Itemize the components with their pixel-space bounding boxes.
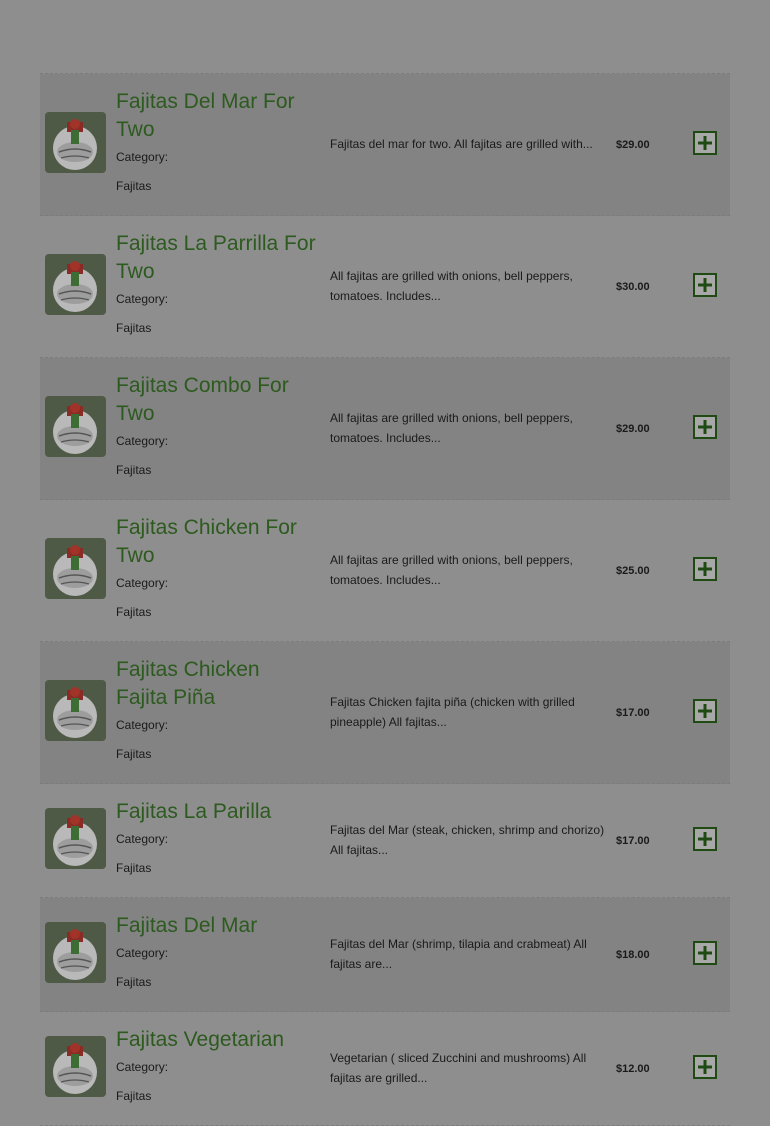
menu-item-description: Fajitas Chicken fajita piña (chicken wit… xyxy=(330,695,575,729)
restaurant-logo-icon[interactable] xyxy=(45,538,106,599)
restaurant-logo-icon[interactable] xyxy=(45,396,106,457)
plus-square-icon xyxy=(693,131,717,155)
add-to-cart-button[interactable] xyxy=(693,1055,717,1079)
category-label: Category: xyxy=(116,1060,169,1074)
category-value: Fajitas xyxy=(116,605,152,619)
menu-item-description: Fajitas del mar for two. All fajitas are… xyxy=(330,137,593,151)
category-label: Category: xyxy=(116,832,169,846)
menu-item-description: All fajitas are grilled with onions, bel… xyxy=(330,553,573,587)
menu-item-price: $17.00 xyxy=(616,835,650,847)
menu-item-row: Fajitas Chicken For Two Category: Fajitas A… xyxy=(40,500,730,642)
menu-item-row: Fajitas Del Mar Category: Fajitas Fajitas d… xyxy=(40,898,730,1012)
menu-item-row: Fajitas La Parilla Category: Fajitas Fajita… xyxy=(40,784,730,898)
menu-item-price: $25.00 xyxy=(616,565,650,577)
category-value: Fajitas xyxy=(116,179,152,193)
add-to-cart-button[interactable] xyxy=(693,557,717,581)
category-value: Fajitas xyxy=(116,1089,152,1103)
menu-item-name[interactable]: Fajitas Chicken For Two xyxy=(116,514,316,570)
menu-item-name[interactable]: Fajitas Combo For Two xyxy=(116,372,316,428)
menu-item-description: All fajitas are grilled with onions, bel… xyxy=(330,411,573,445)
restaurant-logo-icon[interactable] xyxy=(45,680,106,741)
menu-item-row: Category:FajitasVegan Fajita. Soy choriz… xyxy=(40,0,730,74)
menu-item-price: $18.00 xyxy=(616,949,650,961)
category-label: Category: xyxy=(116,946,169,960)
category-value: Fajitas xyxy=(116,321,152,335)
add-to-cart-button[interactable] xyxy=(693,415,717,439)
plus-square-icon xyxy=(693,273,717,297)
restaurant-logo-icon[interactable] xyxy=(45,1036,106,1097)
menu-item-price: $12.00 xyxy=(616,1063,650,1075)
plus-square-icon xyxy=(693,941,717,965)
menu-item-row: Fajitas Del Mar For Two Category: Fajitas F… xyxy=(40,74,730,216)
menu-item-name[interactable]: Fajitas Del Mar xyxy=(116,912,316,940)
plus-square-icon xyxy=(693,1055,717,1079)
add-to-cart-button[interactable] xyxy=(693,273,717,297)
add-to-cart-button[interactable] xyxy=(693,827,717,851)
category-value: Fajitas xyxy=(116,463,152,477)
menu-item-description: Fajitas del Mar (steak, chicken, shrimp … xyxy=(330,823,605,857)
menu-item-name[interactable]: Fajitas Chicken Fajita Piña xyxy=(116,656,316,712)
menu-item-row: Fajitas Chicken Fajita Piña Category: Faji… xyxy=(40,642,730,784)
menu-item-price: $29.00 xyxy=(616,423,650,435)
menu-item-row: Fajitas La Parrilla For Two Category: Faji… xyxy=(40,216,730,358)
menu-item-price: $17.00 xyxy=(616,707,650,719)
category-label: Category: xyxy=(116,292,169,306)
menu-item-description: Vegetarian ( sliced Zucchini and mushroo… xyxy=(330,1051,587,1085)
menu-item-name[interactable]: Fajitas Vegetarian xyxy=(116,1026,316,1054)
category-label: Category: xyxy=(116,576,169,590)
plus-square-icon xyxy=(693,827,717,851)
plus-square-icon xyxy=(693,415,717,439)
restaurant-logo-icon[interactable] xyxy=(45,808,106,869)
plus-square-icon xyxy=(693,699,717,723)
category-label: Category: xyxy=(116,150,169,164)
menu-item-description: Fajitas del Mar (shrimp, tilapia and cra… xyxy=(330,937,587,971)
menu-item-name[interactable]: Fajitas La Parilla xyxy=(116,798,316,826)
plus-square-icon xyxy=(693,557,717,581)
add-to-cart-button[interactable] xyxy=(693,941,717,965)
menu-item-row: Fajitas Combo For Two Category: Fajitas All… xyxy=(40,358,730,500)
menu-item-name[interactable]: Fajitas Del Mar For Two xyxy=(116,88,316,144)
restaurant-logo-icon[interactable] xyxy=(45,922,106,983)
add-to-cart-button[interactable] xyxy=(693,131,717,155)
restaurant-logo-icon[interactable] xyxy=(45,112,106,173)
menu-item-price: $29.00 xyxy=(616,139,650,151)
menu-item-description: All fajitas are grilled with onions, bel… xyxy=(330,269,573,303)
category-value: Fajitas xyxy=(116,975,152,989)
category-label: Category: xyxy=(116,718,169,732)
category-value: Fajitas xyxy=(116,747,152,761)
menu-item-name[interactable]: Fajitas La Parrilla For Two xyxy=(116,230,316,286)
category-label: Category: xyxy=(116,434,169,448)
menu-item-price: $30.00 xyxy=(616,281,650,293)
add-to-cart-button[interactable] xyxy=(693,699,717,723)
restaurant-logo-icon[interactable] xyxy=(45,254,106,315)
menu-item-row: Fajitas Vegetarian Category: Fajitas Vegeta… xyxy=(40,1012,730,1126)
category-value: Fajitas xyxy=(116,861,152,875)
